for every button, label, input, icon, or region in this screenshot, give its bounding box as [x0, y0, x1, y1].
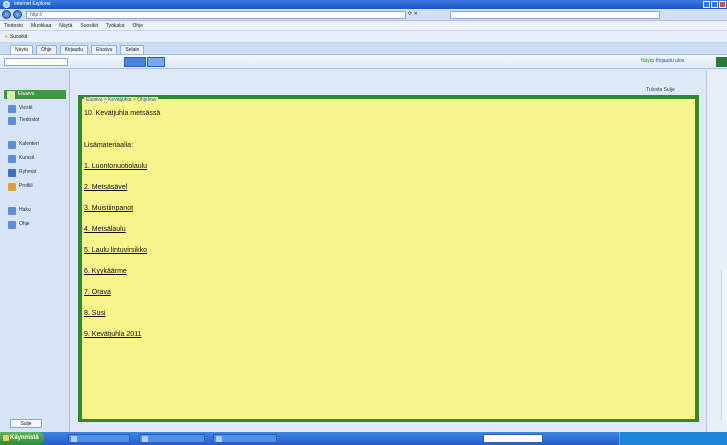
window-controls [703, 1, 726, 8]
right-pane [706, 70, 727, 432]
toolbar-tab[interactable] [147, 57, 165, 67]
content-top-links[interactable]: Tulosta Sulje [646, 87, 675, 93]
favorites-bar: ★ Suosikit [0, 31, 727, 43]
sidebar-item-home[interactable]: Etusivu [4, 90, 66, 99]
sidebar-item-calendar[interactable]: Kalenteri [8, 140, 39, 149]
list-link[interactable]: 5. Laulu lintuvirsikko [84, 247, 147, 254]
ie-logo-icon [3, 1, 10, 8]
files-icon [8, 116, 16, 125]
minimize-icon[interactable] [703, 1, 710, 8]
content-panel [82, 99, 695, 419]
list-link[interactable]: 1. Luontonuotiolaulu [84, 163, 147, 170]
taskbar-search-box[interactable] [483, 434, 543, 443]
tab-5[interactable]: Selain [120, 45, 145, 54]
sidebar-item-search[interactable]: Haku [8, 206, 31, 215]
address-row: http:// ⟳ ✕ [0, 9, 727, 21]
list-item[interactable]: 2. Metsäsävel [84, 184, 127, 191]
sidebar-item-groups[interactable]: Ryhmät [8, 168, 36, 177]
logout-link[interactable]: Kirjaudu ulos [655, 58, 684, 64]
sidebar-bottom-button[interactable]: Sulje [10, 419, 42, 428]
home-icon [7, 90, 15, 99]
section-heading: Lisämateriaalia: [84, 142, 134, 149]
list-link[interactable]: 2. Metsäsävel [84, 184, 127, 191]
help-icon [8, 220, 16, 229]
menu-item-view[interactable]: Näytä [59, 21, 72, 30]
tab-strip: Näytä Ohje Kirjaudu Etusivu Selain [0, 43, 727, 55]
toolbar-right-links: Näytä Kirjaudu ulos [641, 58, 684, 64]
refresh-stop-buttons[interactable]: ⟳ ✕ [408, 11, 448, 19]
taskbar: Käynnistä [0, 432, 727, 445]
list-item[interactable]: 3. Muistiinpanot [84, 205, 133, 212]
taskbar-item[interactable] [68, 434, 130, 443]
search-input[interactable] [450, 11, 660, 19]
address-input[interactable]: http:// [26, 11, 406, 19]
site-select[interactable] [4, 58, 68, 66]
list-item[interactable]: 1. Luontonuotiolaulu [84, 163, 147, 170]
taskbar-item[interactable] [213, 434, 277, 443]
list-link[interactable]: 3. Muistiinpanot [84, 205, 133, 212]
list-item: 10. Kevätjuhla metsässä [84, 110, 161, 117]
tab-2[interactable]: Ohje [36, 45, 57, 54]
back-icon[interactable] [2, 10, 11, 19]
sidebar-item-files[interactable]: Tiedostot [8, 116, 39, 125]
list-link[interactable]: 9. Kevätjuhla 2011 [84, 331, 141, 338]
window-title-bar: Internet Explorer [0, 0, 727, 9]
menu-item-edit[interactable]: Muokkaa [31, 21, 51, 30]
sidebar-item-label: Ohje [19, 221, 30, 227]
list-link[interactable]: 4. Metsälaulu [84, 226, 126, 233]
site-toolbar: Näytä Kirjaudu ulos [0, 55, 727, 69]
maximize-icon[interactable] [711, 1, 718, 8]
sidebar: Etusivu Viestit Tiedostot Kalenteri Kurs… [0, 70, 70, 432]
tab-1[interactable]: Näytä [10, 45, 34, 54]
messages-icon [8, 104, 16, 113]
tab-3[interactable]: Kirjaudu [59, 45, 88, 54]
calendar-icon [8, 140, 16, 149]
window-title: Internet Explorer [14, 1, 51, 7]
favorites-star-icon[interactable]: ★ [4, 34, 8, 40]
close-icon[interactable] [719, 1, 726, 8]
list-item[interactable]: 4. Metsälaulu [84, 226, 126, 233]
menu-item-favorites[interactable]: Suosikit [80, 21, 98, 30]
list-item[interactable]: 7. Orava [84, 289, 111, 296]
view-link[interactable]: Näytä [641, 58, 654, 64]
menu-bar: Tiedosto Muokkaa Näytä Suosikit Työkalut… [0, 21, 727, 31]
list-link[interactable]: 6. Kyykäärme [84, 268, 127, 275]
sidebar-item-label: Ryhmät [19, 169, 37, 175]
forward-icon[interactable] [13, 10, 22, 19]
scrollbar[interactable] [721, 270, 727, 420]
tab-4[interactable]: Etusivu [90, 45, 118, 54]
list-item[interactable]: 6. Kyykäärme [84, 268, 127, 275]
courses-icon [8, 154, 16, 163]
menu-item-file[interactable]: Tiedosto [4, 21, 23, 30]
corner-logo-icon [716, 57, 727, 67]
menu-item-tools[interactable]: Työkalut [106, 21, 125, 30]
sidebar-item-label: Haku [19, 207, 31, 213]
sidebar-item-courses[interactable]: Kurssit [8, 154, 34, 163]
sidebar-item-help[interactable]: Ohje [8, 220, 30, 229]
list-link[interactable]: 7. Orava [84, 289, 111, 296]
sidebar-item-label: Kurssit [19, 155, 35, 161]
sidebar-item-label: Tiedostot [19, 117, 40, 123]
sidebar-item-messages[interactable]: Viestit [8, 104, 33, 113]
sidebar-item-label: Kalenteri [19, 141, 39, 147]
search-icon [8, 206, 16, 215]
taskbar-item[interactable] [139, 434, 205, 443]
profile-icon [8, 182, 16, 191]
toolbar-tab-active[interactable] [124, 57, 146, 67]
groups-icon [8, 168, 16, 177]
start-button[interactable]: Käynnistä [0, 432, 44, 445]
sidebar-item-label: Viestit [19, 105, 33, 111]
list-item[interactable]: 8. Susi [84, 310, 105, 317]
sidebar-item-label: Profiili [19, 183, 33, 189]
system-tray [619, 432, 727, 445]
favorites-label[interactable]: Suosikit [10, 34, 28, 40]
list-item[interactable]: 5. Laulu lintuvirsikko [84, 247, 147, 254]
sidebar-item-profile[interactable]: Profiili [8, 182, 33, 191]
list-link[interactable]: 8. Susi [84, 310, 105, 317]
list-item[interactable]: 9. Kevätjuhla 2011 [84, 331, 141, 338]
breadcrumb[interactable]: Etusivu > Kevätjuhla > Ohjelma [84, 97, 158, 103]
menu-item-help[interactable]: Ohje [133, 21, 144, 30]
sidebar-item-label: Etusivu [18, 91, 35, 97]
